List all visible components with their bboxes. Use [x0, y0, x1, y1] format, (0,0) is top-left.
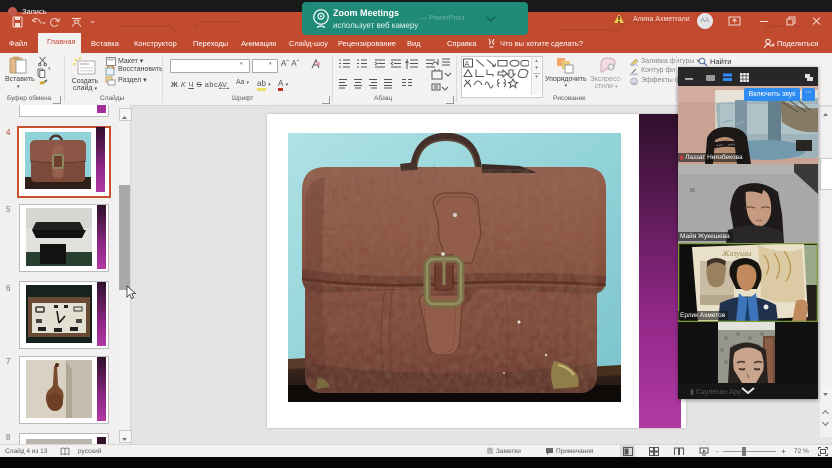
- svg-text:A: A: [465, 61, 470, 68]
- svg-text:Жазушы: Жазушы: [721, 249, 752, 258]
- svg-text:▮ Сәулехан Ару...: ▮ Сәулехан Ару...: [690, 389, 746, 396]
